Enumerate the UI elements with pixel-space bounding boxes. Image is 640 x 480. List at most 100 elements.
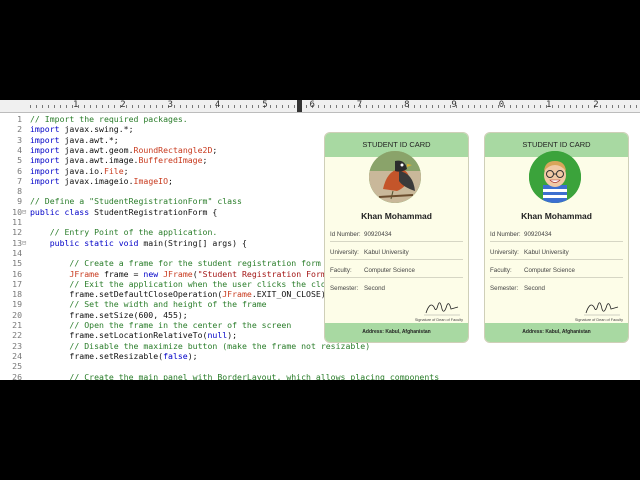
code-line[interactable]: 26 // Create the main panel with BorderL… [0,372,640,381]
code-token: // Disable the maximize button (make the… [30,340,371,351]
ruler-tick [306,105,307,108]
ruler-tick [510,105,511,108]
ruler-tick [432,105,433,108]
code-text: frame.setResizable(false); [30,350,197,361]
code-token: frame.setResizable( [30,350,164,361]
fold-toggle-icon[interactable]: ⊟ [22,238,28,248]
ruler-tick [378,105,379,108]
code-token: ImageIO [133,175,169,186]
code-token: frame.setDefaultCloseOperation( [30,289,223,300]
ruler-tick [492,105,493,108]
ruler-tick [324,105,325,108]
ruler-tick [636,105,637,108]
ruler-tick [282,105,283,108]
code-token: javax.imageio. [59,175,134,186]
ruler-tick [528,105,529,108]
code-token: // Exit the application when the user cl… [30,278,336,289]
code-line[interactable]: 25 [0,361,640,371]
code-token: java.io. [59,165,104,176]
code-line[interactable]: 24 frame.setResizable(false); [0,351,640,361]
line-number: 4 [17,144,22,155]
ruler-tick [96,105,97,108]
code-token: // Create a frame for the student regist… [30,258,341,269]
code-token: javax.swing.*; [59,124,134,135]
line-number: 23 [12,340,22,351]
fold-toggle-icon[interactable]: ⊟ [22,207,28,217]
field-value: Second [364,285,385,292]
ruler-tick [84,105,85,108]
screen-area: 123456789012 1// Import the required pac… [0,100,640,380]
ruler-tick [54,105,55,108]
code-text: // Import the required packages. [30,114,188,124]
semester-field: Semester: Second [330,285,463,295]
ruler-tick [270,105,271,108]
ruler-tick [552,105,553,108]
line-number: 22 [12,330,22,341]
ruler-tick [114,105,115,108]
code-token: java.awt.geom. [59,144,134,155]
ruler-tick [36,105,37,108]
code-token: false [163,350,188,361]
line-number: 1 [17,114,22,124]
signature-image [584,302,620,316]
code-text: // Create a frame for the student regist… [30,258,341,269]
ruler-tick [342,105,343,108]
id-number-field: Id Number: 90920434 [490,231,623,242]
ruler-number: 2 [120,100,126,110]
code-token: ; [212,144,218,155]
ruler-number: 9 [451,100,457,110]
code-text: import java.awt.*; [30,135,119,145]
ruler-tick [348,105,349,108]
ruler-number: 0 [498,100,505,110]
ruler-tick [468,105,469,108]
ruler-tick [228,105,229,108]
code-token: java.awt.image. [59,155,139,166]
line-number: 20 [12,309,22,320]
signature-label: Signature of Dean of Faculty [414,318,463,322]
ruler-tick [156,105,157,108]
code-token: public class [30,206,90,217]
ruler-tick [240,105,241,108]
ruler-tick [258,105,259,108]
ruler-tick [600,105,601,108]
code-text: JFrame frame = new JFrame("Student Regis… [30,268,340,279]
ruler-tick [564,105,565,108]
code-token: null [207,330,228,341]
ruler-tick [576,105,577,108]
code-text: import javax.swing.*; [30,124,134,134]
code-token: JFrame [30,268,100,279]
code-token: main(String[] args) { [138,237,247,248]
ruler-tick [558,105,559,108]
semester-field: Semester: Second [490,285,623,295]
ruler-tick [42,105,43,108]
code-token: import [30,134,60,145]
ruler-tick [624,105,625,108]
ruler-tick [582,105,583,108]
code-text: import java.io.File; [30,166,129,176]
field-value: Computer Science [364,267,415,274]
ruler-tick [372,105,373,108]
ruler-tick [534,105,535,108]
ruler-tick [48,105,49,108]
code-line[interactable]: 1 // Import the required packages. [0,114,640,124]
ruler-tick [204,105,205,108]
line-number: 24 [12,350,22,361]
code-token: JFrame [158,268,193,279]
ruler-tick [288,105,289,108]
ruler-tick [222,105,223,108]
ruler-tick [426,105,427,108]
line-number: 21 [12,320,22,330]
ruler-tick [30,105,31,108]
ruler-tick [198,105,199,108]
code-text: frame.setDefaultCloseOperation(JFrame.EX… [30,289,330,300]
ruler-tick [366,105,367,108]
field-value: 90920434 [524,231,552,238]
code-token: // Create the main panel with BorderLayo… [30,371,440,381]
ruler-tick [522,105,523,108]
field-label: Semester: [330,285,359,292]
code-text: frame.setLocationRelativeTo(null); [30,330,237,340]
code-token: StudentRegistrationForm { [89,206,218,217]
code-token: ; [168,175,173,186]
line-number: 3 [17,134,22,145]
ruler-tick [180,105,181,108]
